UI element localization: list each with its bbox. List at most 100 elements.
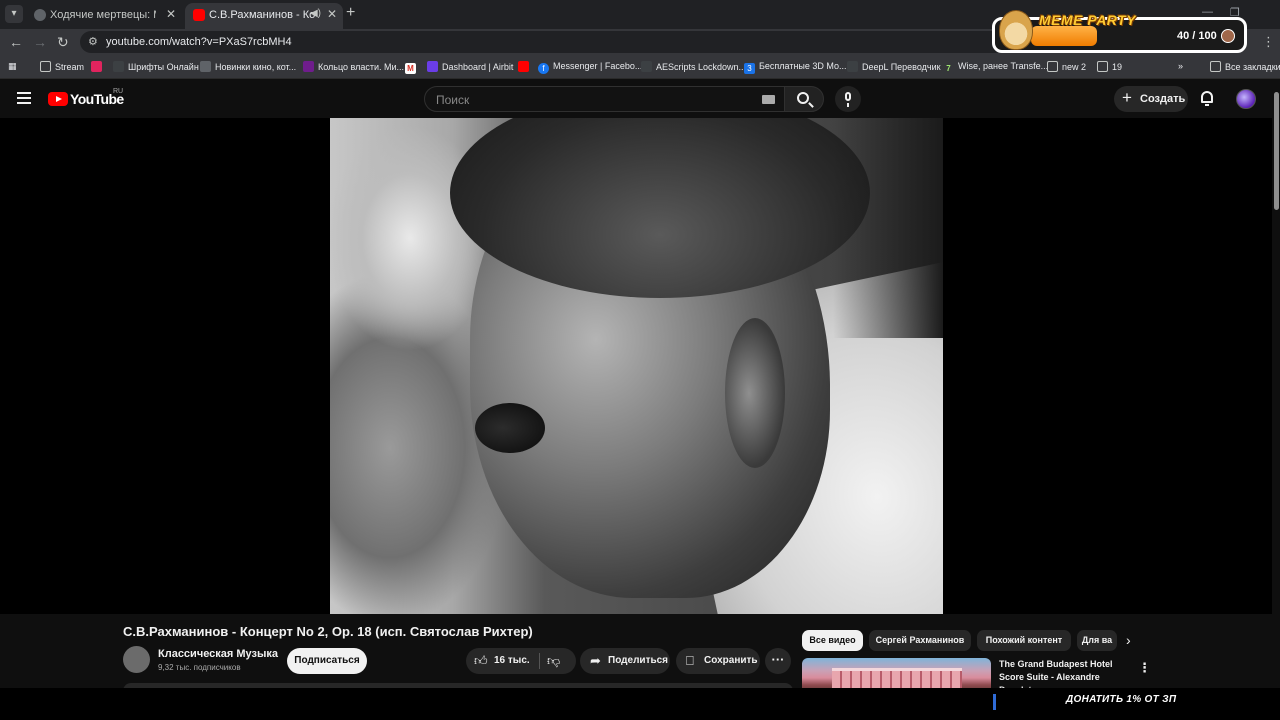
video-subject-shadow	[475, 403, 545, 453]
bookmark-movies[interactable]: Новинки кино, кот...	[200, 61, 296, 72]
more-actions-icon[interactable]: ···	[765, 648, 791, 674]
chip-all-videos[interactable]: Все видео	[802, 630, 863, 651]
meme-party-widget[interactable]: MEME PARTY 40 / 100	[992, 10, 1247, 53]
site-icon	[641, 61, 652, 72]
back-arrow-icon[interactable]: ←	[9, 34, 23, 50]
wise-icon: 7	[943, 63, 954, 74]
speaker-icon[interactable]: ◀)	[310, 8, 321, 19]
close-icon[interactable]: ✕	[166, 7, 176, 21]
like-icon[interactable]: 👍︎	[474, 653, 488, 669]
voice-search-button[interactable]	[835, 86, 861, 112]
create-label: Создать	[1140, 93, 1186, 105]
tab-list-button[interactable]: ▾	[5, 5, 23, 23]
stream-overlay-bar: ДОНАТИТЬ 1% ОТ ЗП	[0, 688, 1280, 720]
close-icon[interactable]: ✕	[327, 7, 337, 21]
bookmark-19[interactable]: 19	[1097, 61, 1122, 72]
search-placeholder: Поиск	[436, 93, 470, 107]
notifications-icon[interactable]	[1200, 91, 1214, 107]
keyboard-icon[interactable]	[762, 95, 775, 104]
watch-metadata: С.В.Рахманинов - Концерт No 2, Op. 18 (и…	[0, 614, 1272, 695]
chip-for-you[interactable]: Для ва	[1077, 630, 1117, 651]
folder-icon	[40, 61, 51, 72]
bookmark-fonts[interactable]: Шрифты Онлайн	[113, 61, 199, 72]
like-count[interactable]: 16 тыс.	[494, 655, 530, 666]
subscriber-count: 9,32 тыс. подписчиков	[158, 663, 241, 672]
chip-rachmaninoff[interactable]: Сергей Рахманинов	[869, 630, 971, 651]
youtube-masthead: YouTube RU Поиск + Создать	[0, 80, 1272, 118]
folder-icon	[1210, 61, 1221, 72]
bookmark-aescripts[interactable]: AEScripts Lockdown...	[641, 61, 746, 72]
doge-icon	[999, 10, 1033, 50]
share-label: Поделиться	[608, 655, 669, 666]
bookmark-deepl[interactable]: DeepL Переводчик	[847, 61, 941, 72]
new-tab-button[interactable]: +	[346, 4, 355, 22]
page-scrollbar[interactable]	[1272, 80, 1280, 688]
browser-menu-icon[interactable]: ⋮	[1262, 34, 1275, 50]
channel-name[interactable]: Классическая Музыка	[158, 648, 278, 660]
create-button[interactable]: + Создать	[1114, 86, 1188, 112]
bookmark-icon: ⎕	[686, 653, 694, 668]
youtube-play-icon	[48, 92, 68, 106]
youtube-icon	[193, 9, 205, 21]
site-icon	[847, 61, 858, 72]
bookmark-gmail[interactable]: M	[405, 61, 420, 74]
bookmark-3d-models[interactable]: 3 Бесплатные 3D Мо...	[744, 61, 847, 74]
meme-counter: 40 / 100	[1177, 30, 1217, 42]
plus-icon: +	[1122, 88, 1132, 107]
bookmarks-bar: ▦ Stream Шрифты Онлайн Новинки кино, кот…	[0, 55, 1280, 79]
video-player[interactable]	[0, 118, 1272, 614]
url-text: youtube.com/watch?v=PXaS7rcbMH4	[106, 36, 292, 48]
all-bookmarks[interactable]: Все закладки	[1210, 61, 1280, 72]
bookmark-messenger[interactable]: f Messenger | Facebo...	[538, 61, 642, 74]
address-bar[interactable]: ⚙ youtube.com/watch?v=PXaS7rcbMH4	[80, 31, 1070, 53]
avatar[interactable]	[1236, 89, 1256, 109]
bookmark-new-2[interactable]: new 2	[1047, 61, 1086, 72]
folder-icon	[1047, 61, 1058, 72]
chevron-right-icon[interactable]: ›	[1126, 632, 1131, 648]
site-icon	[91, 61, 102, 72]
globe-icon	[34, 9, 46, 21]
meme-party-title: MEME PARTY	[1039, 12, 1137, 28]
region-code: RU	[113, 88, 124, 95]
site-icon	[113, 61, 124, 72]
save-label: Сохранить	[704, 655, 758, 666]
bookmark-airbit[interactable]: Dashboard | Airbit	[427, 61, 513, 72]
reload-icon[interactable]: ↻	[57, 34, 69, 51]
site-icon	[303, 61, 314, 72]
coin-icon	[1221, 29, 1235, 43]
gmail-icon: M	[405, 63, 416, 74]
site-icon	[427, 61, 438, 72]
browser-tab-walking-dead[interactable]: Ходячие мертвецы: Мертвый ✕	[26, 3, 182, 29]
video-title: С.В.Рахманинов - Концерт No 2, Op. 18 (и…	[123, 624, 533, 639]
donate-text: ДОНАТИТЬ 1% ОТ ЗП	[1066, 694, 1177, 705]
bookmark-icon-only[interactable]	[91, 61, 106, 72]
more-options-icon[interactable]: ⋮	[1138, 660, 1151, 676]
bookmark-wise[interactable]: 7 Wise, ранее Transfe...	[943, 61, 1048, 74]
subscribe-button[interactable]: Подписаться	[287, 648, 367, 674]
menu-icon[interactable]	[17, 92, 31, 104]
site-info-icon[interactable]: ⚙	[88, 35, 98, 48]
meme-progress-fill	[1031, 26, 1097, 46]
tab-title: Ходячие мертвецы: Мертвый	[50, 9, 156, 21]
save-button[interactable]: ⎕ Сохранить	[676, 648, 760, 674]
bookmark-stream[interactable]: Stream	[40, 61, 84, 72]
search-input[interactable]: Поиск	[424, 86, 786, 112]
share-icon: ➦	[590, 653, 601, 668]
chip-related[interactable]: Похожий контент	[977, 630, 1071, 651]
forward-arrow-icon[interactable]: →	[33, 34, 47, 50]
channel-avatar[interactable]	[123, 646, 150, 673]
youtube-icon	[518, 61, 529, 72]
tab-title: С.В.Рахманинов - Концерт	[209, 9, 315, 21]
apps-grid-icon[interactable]: ▦	[8, 61, 17, 72]
microphone-icon	[845, 92, 851, 101]
bookmark-rings-of-power[interactable]: Кольцо власти. Ми...	[303, 61, 404, 72]
search-button[interactable]	[784, 86, 824, 112]
share-button[interactable]: ➦ Поделиться	[580, 648, 670, 674]
dislike-icon[interactable]: 👎︎	[547, 653, 560, 669]
bookmarks-overflow-icon[interactable]: »	[1178, 61, 1183, 71]
video-frame[interactable]	[330, 118, 943, 614]
folder-icon	[1097, 61, 1108, 72]
site-icon: 3	[744, 63, 755, 74]
browser-tab-rachmaninoff[interactable]: С.В.Рахманинов - Концерт ◀) ✕	[185, 3, 343, 29]
bookmark-youtube[interactable]	[518, 61, 533, 72]
